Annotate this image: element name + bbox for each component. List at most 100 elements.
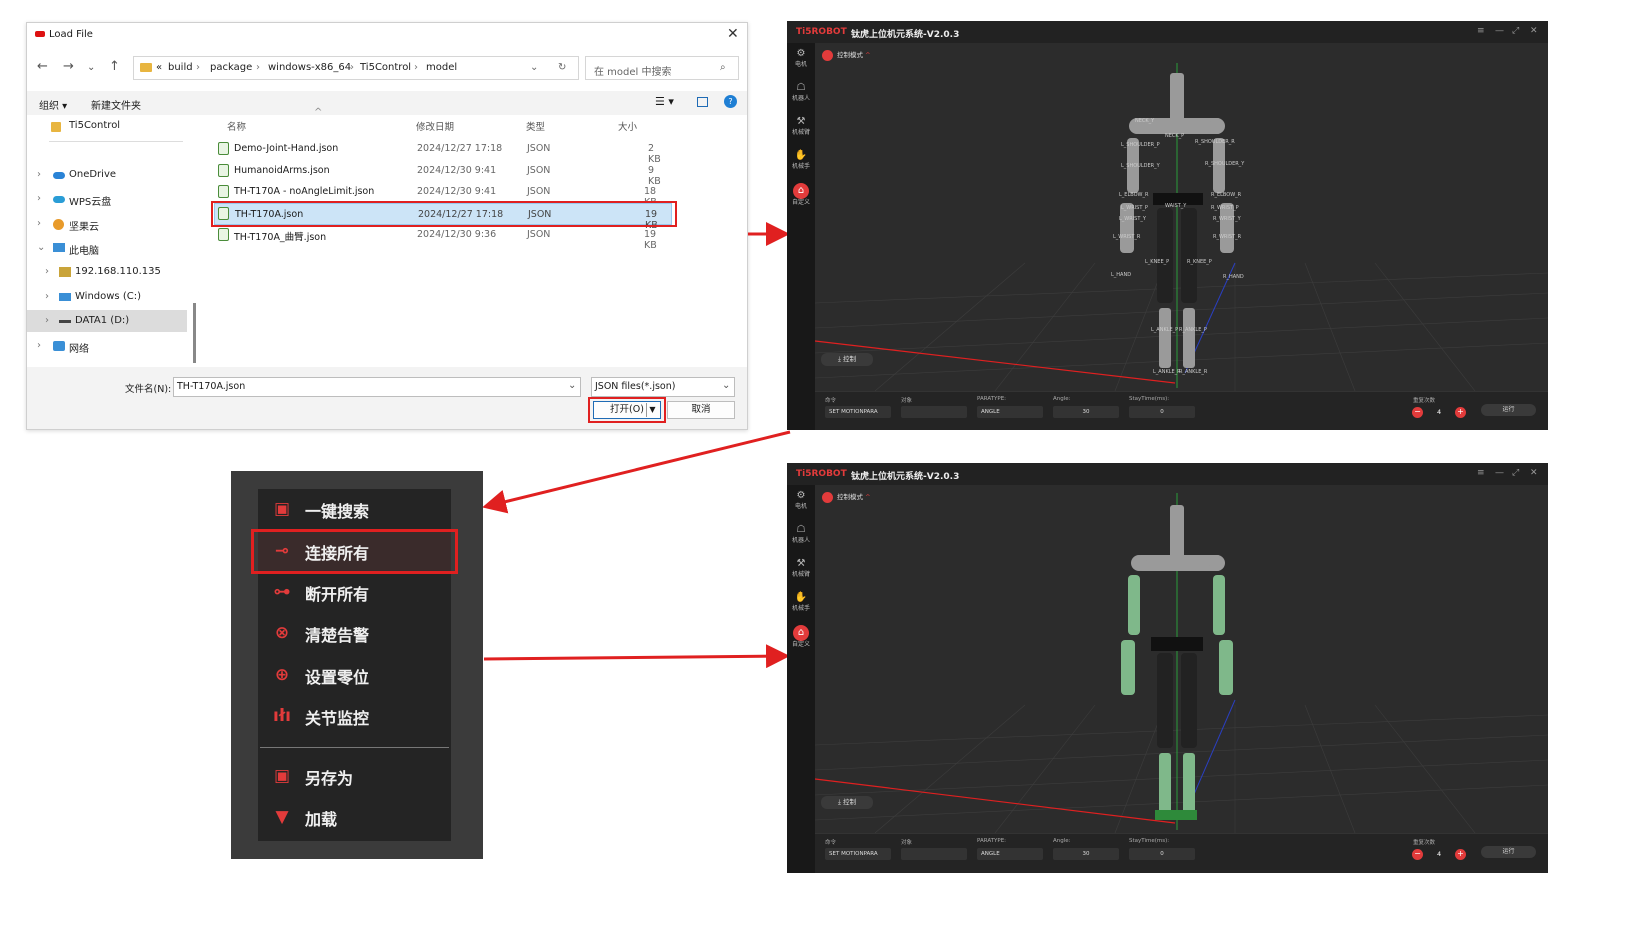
menu-icon[interactable]: ≡ (1477, 26, 1485, 36)
joint-label: L_SHOULDER_Y (1121, 163, 1160, 169)
joint-label: L_WRIST_P (1121, 205, 1148, 211)
robot-3d-scene (814, 63, 1548, 392)
nav-label: 机械手 (791, 605, 810, 612)
plus-icon[interactable]: + (1455, 849, 1466, 860)
run-button[interactable]: 运行 (1481, 404, 1536, 416)
hand-icon: ✋ (794, 150, 808, 161)
menu-icon[interactable]: ≡ (1477, 468, 1485, 478)
menu-item-load[interactable]: ▼ 加载 (258, 797, 451, 837)
menu-item-search-all[interactable]: ▣ 一键搜索 (258, 489, 451, 529)
menu-item-joint-monitor[interactable]: ıłı 关节监控 (258, 696, 451, 736)
control-toggle-button[interactable]: ⤓ 控制 (821, 796, 873, 809)
3d-viewport[interactable]: NECK_Y NECK_P L_SHOULDER_P R_SHOULDER_R … (814, 43, 1548, 392)
run-button[interactable]: 运行 (1481, 846, 1536, 858)
side-navigation: ⚙ 电机 ☖ 机器人 ⚒ 机械臂 ✋ 机械手 ⌂ 自定义 (787, 43, 815, 430)
nav-motor[interactable]: ⚙ 电机 (787, 47, 815, 79)
joint-label: NECK_P (1165, 133, 1185, 139)
minus-icon[interactable]: − (1412, 407, 1423, 418)
command-panel: 命令 SET MOTIONPARA 对象 PARATYPE: ANGLE Ang… (815, 391, 1548, 430)
waveform-icon: ıłı (273, 706, 291, 726)
plus-icon[interactable]: + (1455, 407, 1466, 418)
mode-selector[interactable]: 控制模式 ^ (822, 491, 871, 503)
mode-selector[interactable]: 控制模式 ^ (822, 49, 871, 61)
menu-item-label: 清楚告警 (305, 626, 370, 645)
menu-screenshot: ▣ 一键搜索 ⊸ 连接所有 ⊶ 断开所有 ⊗ 清楚告警 ⊕ 设置零位 ıłı 关… (231, 471, 483, 859)
paratype-select[interactable]: ANGLE (977, 848, 1043, 860)
mode-label: 控制模式 (837, 493, 863, 501)
minus-icon[interactable]: − (1412, 849, 1423, 860)
cmd-select[interactable]: SET MOTIONPARA (825, 848, 891, 860)
command-panel: 命令 SET MOTIONPARA 对象 PARATYPE: ANGLE Ang… (815, 833, 1548, 873)
stay-input[interactable]: 0 (1129, 848, 1195, 860)
menu-item-label: 加载 (305, 810, 338, 829)
nav-arm[interactable]: ⚒ 机械臂 (787, 115, 815, 147)
stay-label: StayTime(ms): (1129, 396, 1170, 402)
angle-label: Angle: (1053, 396, 1071, 402)
cmd-label: 命令 (825, 398, 837, 404)
nav-label: 机械手 (791, 163, 810, 170)
robot-icon: ☖ (796, 524, 806, 535)
maximize-icon[interactable]: ⤢ (1512, 468, 1519, 478)
motor-icon: ⚙ (796, 490, 806, 501)
menu-item-save-as[interactable]: ▣ 另存为 (258, 756, 451, 796)
nav-hand[interactable]: ✋ 机械手 (787, 591, 815, 623)
menu-item-clear-alarm[interactable]: ⊗ 清楚告警 (258, 613, 451, 653)
menu-item-label: 断开所有 (305, 585, 370, 604)
joint-label: L_ELBOW_R (1119, 192, 1149, 198)
3d-viewport[interactable] (814, 485, 1548, 834)
menu-item-disconnect-all[interactable]: ⊶ 断开所有 (258, 572, 451, 612)
cmd-select[interactable]: SET MOTIONPARA (825, 406, 891, 418)
app-titlebar: Ti5ROBOT 钛虎上位机元系统-V2.0.3 ≡ — ⤢ ✕ (787, 21, 1548, 43)
nav-hand[interactable]: ✋ 机械手 (787, 149, 815, 181)
paratype-select[interactable]: ANGLE (977, 406, 1043, 418)
angle-input[interactable]: 30 (1053, 406, 1119, 418)
clear-alarm-icon: ⊗ (274, 623, 290, 643)
menu-divider (260, 747, 449, 748)
obj-select[interactable] (901, 848, 967, 860)
nav-label: 机器人 (791, 95, 810, 102)
mode-label: 控制模式 (837, 51, 863, 59)
joint-label: WAIST_Y (1165, 203, 1187, 209)
cmd-label: 命令 (825, 840, 837, 846)
target-icon: ⊕ (274, 665, 290, 685)
save-icon: ▣ (273, 766, 291, 786)
maximize-icon[interactable]: ⤢ (1512, 26, 1519, 36)
close-icon[interactable]: ✕ (1530, 26, 1538, 36)
stay-input[interactable]: 0 (1129, 406, 1195, 418)
joint-label: R_SHOULDER_R (1195, 139, 1235, 145)
brand-logo: Ti5ROBOT (796, 27, 847, 37)
nav-robot[interactable]: ☖ 机器人 (787, 523, 815, 555)
obj-label: 对象 (901, 840, 913, 846)
app-titlebar: Ti5ROBOT 钛虎上位机元系统-V2.0.3 ≡ — ⤢ ✕ (787, 463, 1548, 485)
angle-label: Angle: (1053, 838, 1071, 844)
menu-item-label: 设置零位 (305, 668, 370, 687)
hand-icon: ✋ (794, 592, 808, 603)
nav-label: 机械臂 (791, 571, 810, 578)
menu-item-label: 一键搜索 (305, 502, 370, 521)
nav-custom[interactable]: ⌂ 自定义 (787, 183, 815, 215)
close-icon[interactable]: ✕ (1530, 468, 1538, 478)
menu-item-set-zero[interactable]: ⊕ 设置零位 (258, 655, 451, 695)
robot-app-window-connected: Ti5ROBOT 钛虎上位机元系统-V2.0.3 ≡ — ⤢ ✕ ⚙ 电机 ☖ 机器… (787, 463, 1548, 873)
nav-robot[interactable]: ☖ 机器人 (787, 81, 815, 113)
save-icon: ▣ (273, 499, 291, 519)
side-navigation: ⚙ 电机 ☖ 机器人 ⚒ 机械臂 ✋ 机械手 ⌂ 自定义 (787, 485, 815, 873)
nav-label: 电机 (794, 61, 807, 68)
connect-all-highlight (251, 529, 458, 574)
app-title: 钛虎上位机元系统-V2.0.3 (851, 30, 960, 40)
nav-motor[interactable]: ⚙ 电机 (787, 489, 815, 521)
joint-label: R_ELBOW_R (1211, 192, 1242, 198)
minimize-icon[interactable]: — (1495, 468, 1504, 478)
control-toggle-button[interactable]: ⤓ 控制 (821, 353, 873, 366)
robot-3d-scene (814, 493, 1548, 834)
obj-select[interactable] (901, 406, 967, 418)
minimize-icon[interactable]: — (1495, 26, 1504, 36)
nav-custom[interactable]: ⌂ 自定义 (787, 625, 815, 657)
joint-label: L_HAND (1111, 272, 1132, 278)
angle-input[interactable]: 30 (1053, 848, 1119, 860)
nav-arm[interactable]: ⚒ 机械臂 (787, 557, 815, 589)
obj-label: 对象 (901, 398, 913, 404)
joint-label: R_SHOULDER_Y (1205, 161, 1245, 167)
repeat-label: 重复次数 (1413, 398, 1436, 404)
menu-item-label: 另存为 (305, 769, 354, 788)
